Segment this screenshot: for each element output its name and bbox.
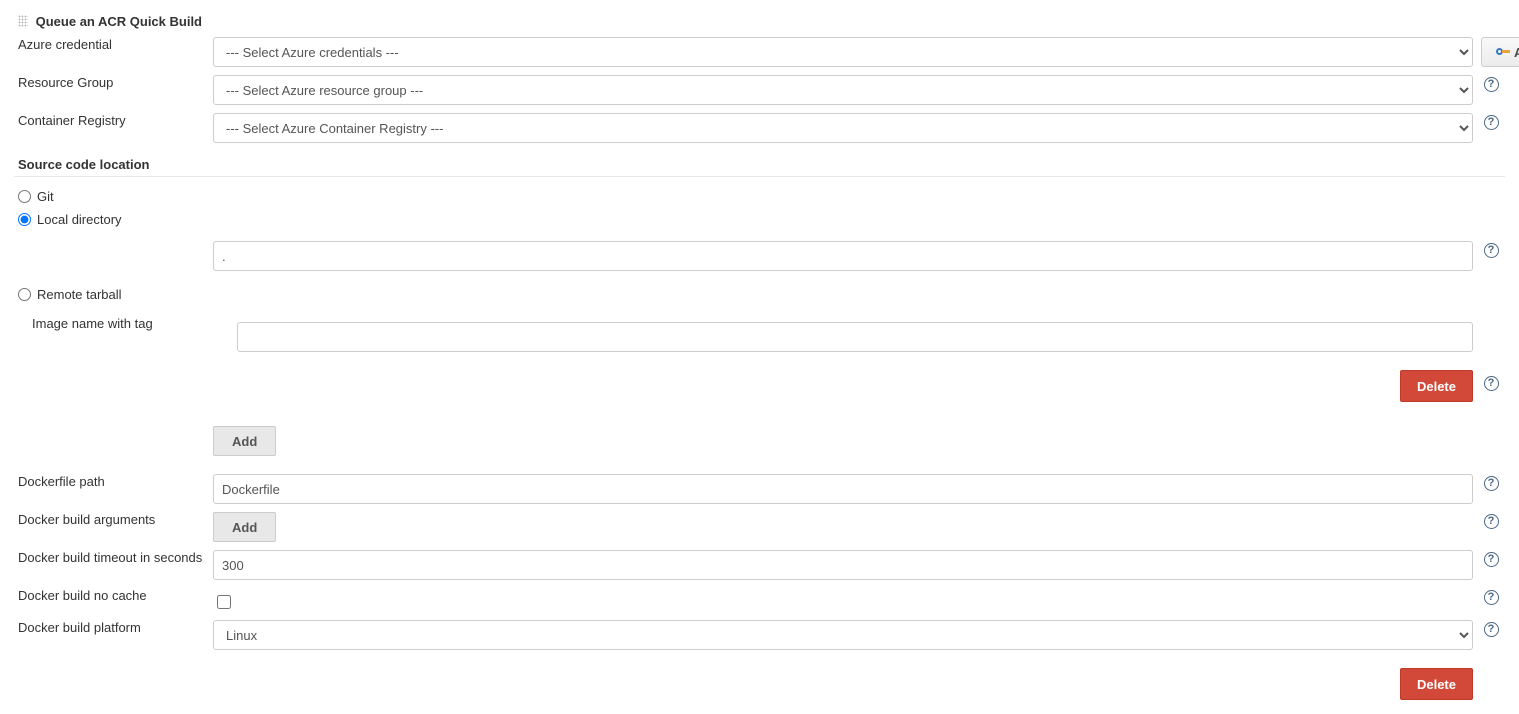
resource-group-select[interactable]: --- Select Azure resource group --- [213, 75, 1473, 105]
add-image-name-button[interactable]: Add [213, 426, 276, 456]
radio-git-label: Git [37, 189, 54, 204]
dockerfile-path-input[interactable] [213, 474, 1473, 504]
label-build-args: Docker build arguments [14, 508, 209, 546]
help-icon[interactable]: ? [1484, 77, 1499, 92]
label-build-platform: Docker build platform [14, 616, 209, 654]
add-build-arg-button[interactable]: Add [213, 512, 276, 542]
radio-remote-tarball[interactable] [18, 288, 31, 301]
help-icon[interactable]: ? [1484, 376, 1499, 391]
image-name-tag-input[interactable] [237, 322, 1473, 352]
section-source-location: Source code location [18, 157, 149, 172]
radio-local-directory-label: Local directory [37, 212, 122, 227]
radio-local-directory[interactable] [18, 213, 31, 226]
radio-remote-tarball-label: Remote tarball [37, 287, 122, 302]
help-icon[interactable]: ? [1484, 476, 1499, 491]
build-timeout-input[interactable] [213, 550, 1473, 580]
help-icon[interactable]: ? [1484, 514, 1499, 529]
local-directory-input[interactable] [213, 241, 1473, 271]
drag-handle-icon[interactable] [18, 15, 28, 27]
help-icon[interactable]: ? [1484, 243, 1499, 258]
label-image-name-tag: Image name with tag [14, 312, 209, 356]
azure-credential-select[interactable]: --- Select Azure credentials --- [213, 37, 1473, 67]
delete-step-button[interactable]: Delete [1400, 668, 1473, 700]
label-dockerfile-path: Dockerfile path [14, 470, 209, 508]
help-icon[interactable]: ? [1484, 622, 1499, 637]
radio-git[interactable] [18, 190, 31, 203]
label-build-timeout: Docker build timeout in seconds [14, 546, 209, 584]
key-icon [1496, 47, 1510, 57]
label-resource-group: Resource Group [14, 71, 209, 109]
help-icon[interactable]: ? [1484, 590, 1499, 605]
section-title: Queue an ACR Quick Build [36, 14, 202, 29]
help-icon[interactable]: ? [1484, 115, 1499, 130]
build-platform-select[interactable]: Linux [213, 620, 1473, 650]
delete-image-name-button[interactable]: Delete [1400, 370, 1473, 402]
label-build-no-cache: Docker build no cache [14, 584, 209, 616]
label-container-registry: Container Registry [14, 109, 209, 147]
build-no-cache-checkbox[interactable] [217, 595, 231, 609]
container-registry-select[interactable]: --- Select Azure Container Registry --- [213, 113, 1473, 143]
add-credential-button[interactable]: Add [1481, 37, 1519, 67]
label-azure-credential: Azure credential [14, 33, 209, 71]
help-icon[interactable]: ? [1484, 552, 1499, 567]
